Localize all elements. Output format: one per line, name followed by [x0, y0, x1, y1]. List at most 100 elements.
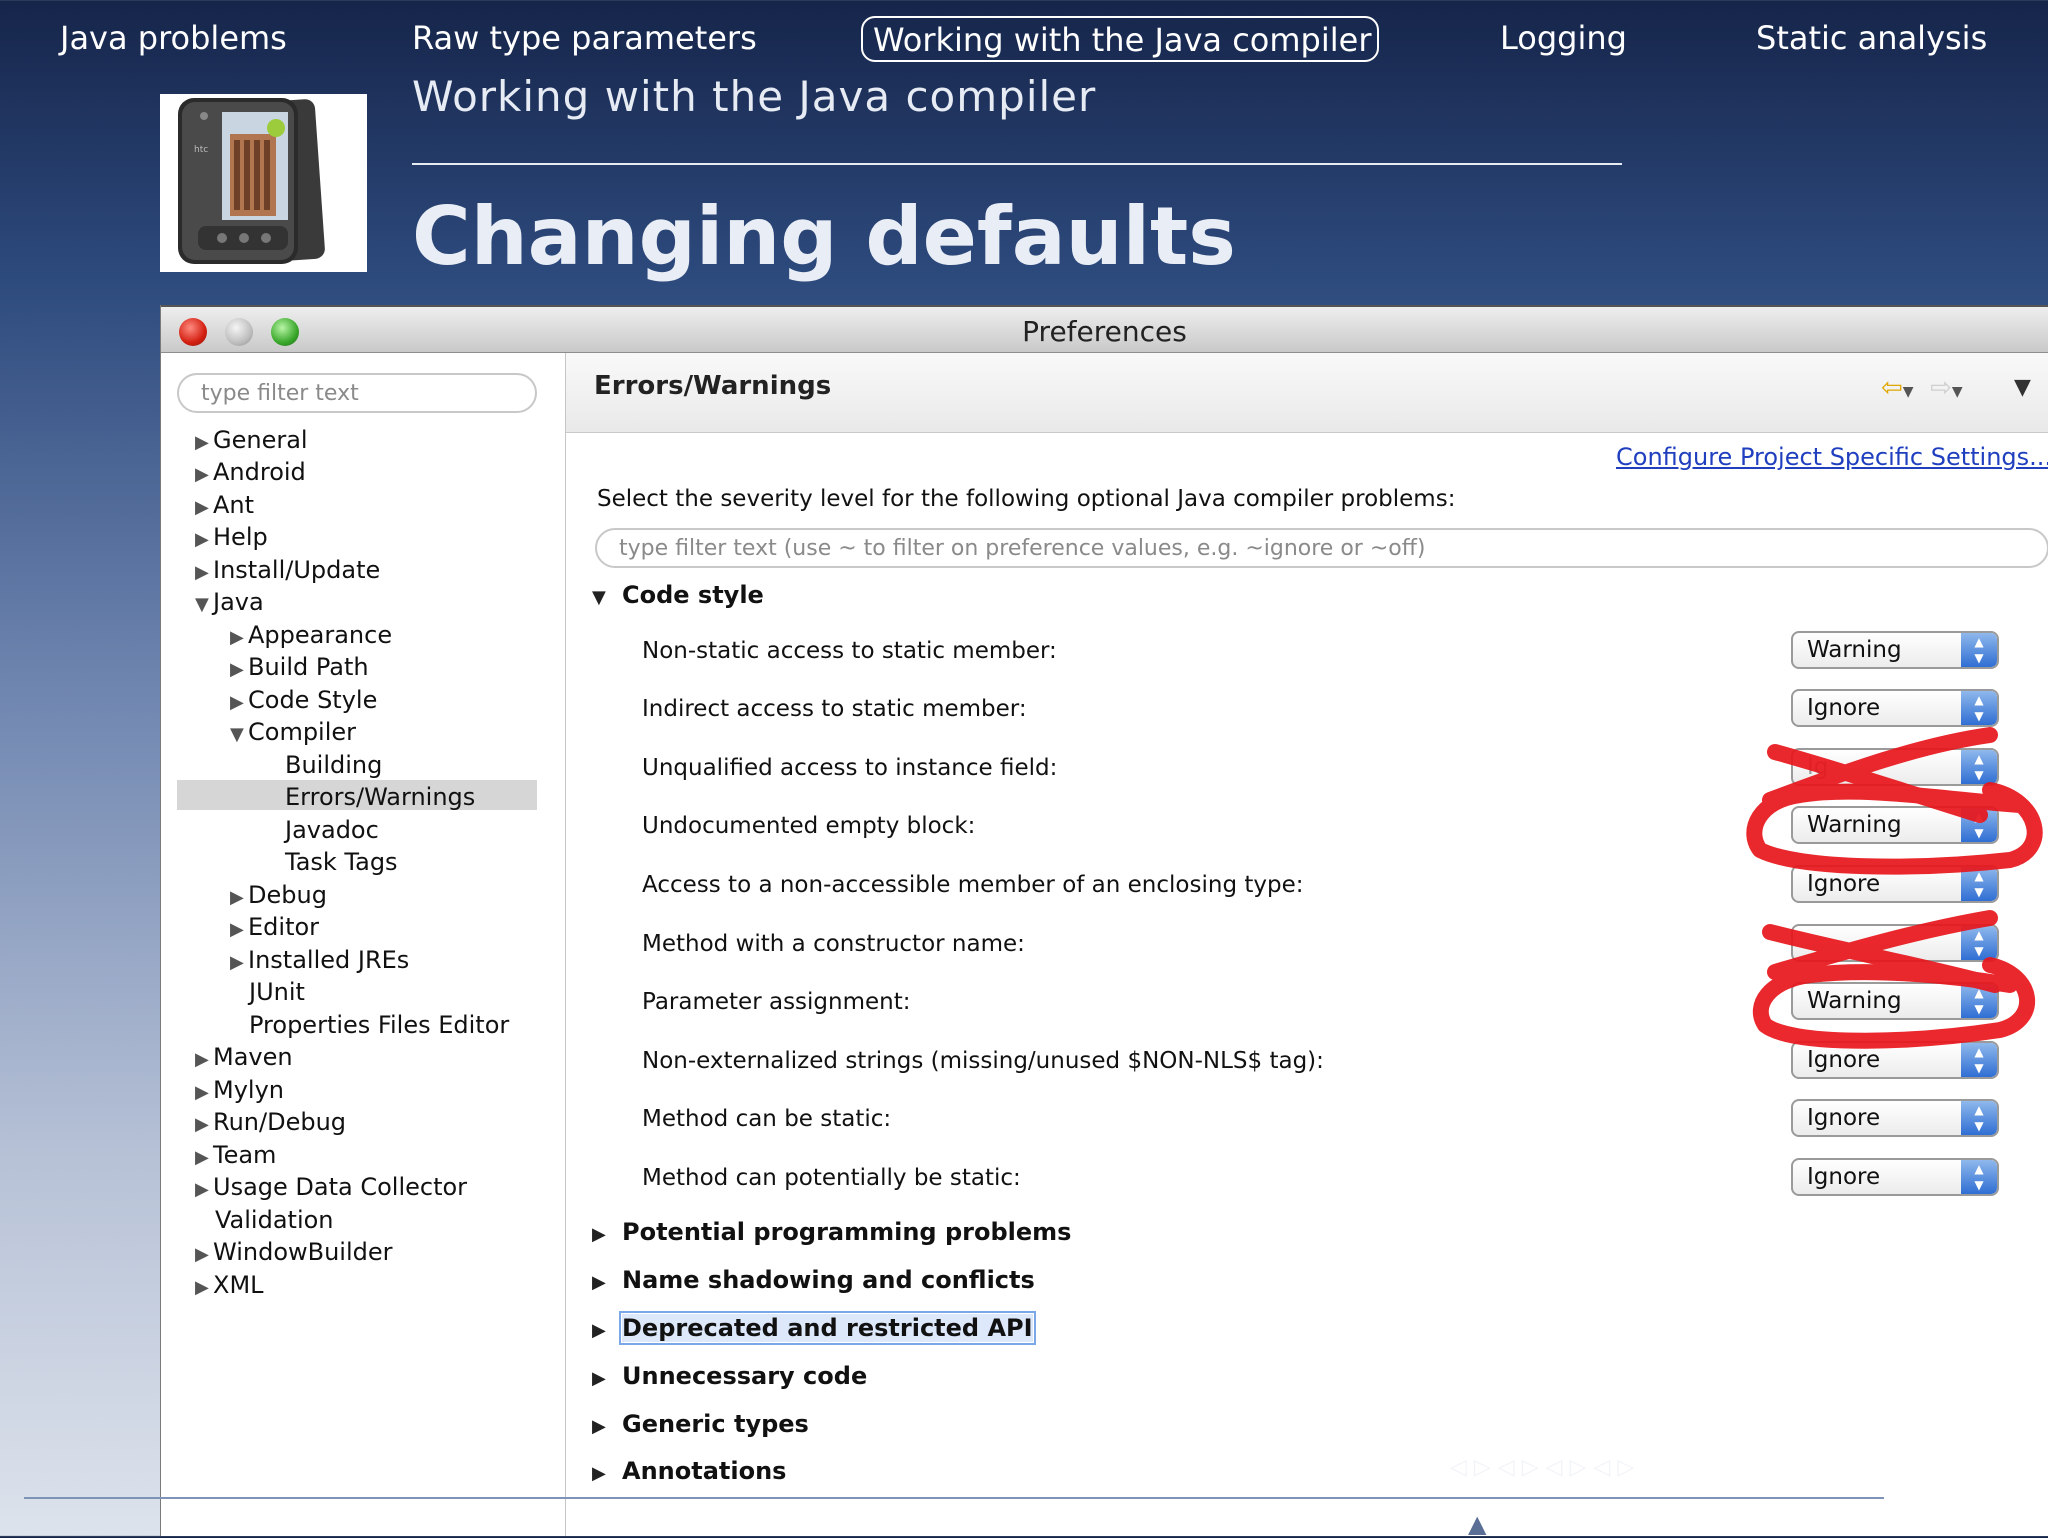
nav-static-analysis[interactable]: Static analysis: [1756, 16, 1987, 62]
severity-select[interactable]: Ignore ▲ ▼: [1791, 1099, 1999, 1137]
tree-item-maven[interactable]: ▶ Maven: [195, 1042, 293, 1072]
forward-arrow-icon[interactable]: ⇨: [1930, 373, 1952, 403]
tree-item-debug[interactable]: ▶ Debug: [230, 880, 327, 910]
expand-arrow-icon[interactable]: ▶: [195, 1078, 213, 1108]
tree-item-validation[interactable]: Validation: [215, 1205, 334, 1235]
tree-item-team[interactable]: ▶ Team: [195, 1140, 276, 1170]
tree-item-install-update[interactable]: ▶ Install/Update: [195, 555, 380, 585]
collapse-arrow-icon[interactable]: ▼: [592, 581, 622, 615]
section-potential-programming-problems[interactable]: ▶ Potential programming problems: [592, 1215, 1071, 1249]
tree-item-usage-data-collector[interactable]: ▶ Usage Data Collector: [195, 1172, 467, 1202]
severity-select[interactable]: ▲ ▼: [1791, 924, 1999, 962]
tree-item-task-tags[interactable]: Task Tags: [285, 847, 398, 877]
nav-logging[interactable]: Logging: [1500, 16, 1627, 62]
expand-arrow-icon[interactable]: ▶: [230, 688, 248, 718]
tree-filter-input[interactable]: type filter text: [177, 373, 537, 413]
severity-select[interactable]: Ignore ▲ ▼: [1791, 1041, 1999, 1079]
back-menu-icon[interactable]: ▼: [1903, 384, 1914, 400]
nav-java-problems[interactable]: Java problems: [60, 16, 287, 62]
tree-item-mylyn[interactable]: ▶ Mylyn: [195, 1075, 284, 1105]
expand-arrow-icon[interactable]: ▶: [230, 915, 248, 945]
expand-arrow-icon[interactable]: ▶: [195, 1045, 213, 1075]
tree-item-appearance[interactable]: ▶ Appearance: [230, 620, 392, 650]
expand-arrow-icon[interactable]: ▶: [195, 1110, 213, 1140]
expand-arrow-icon[interactable]: ▶: [230, 623, 248, 653]
tree-item-build-path[interactable]: ▶ Build Path: [230, 652, 369, 682]
preferences-window: Preferences type filter text ▶ General ▶ A…: [160, 305, 2048, 1536]
expand-arrow-icon[interactable]: ▶: [195, 558, 213, 588]
expand-arrow-icon[interactable]: ▶: [592, 1457, 622, 1491]
expand-arrow-icon[interactable]: ▶: [592, 1314, 622, 1348]
view-menu-icon[interactable]: ▼: [2014, 375, 2031, 400]
severity-select[interactable]: Warning ▲ ▼: [1791, 806, 1999, 844]
option-label: Non-static access to static member:: [642, 638, 1057, 664]
nav-raw-type-parameters[interactable]: Raw type parameters: [412, 16, 757, 62]
section-generic-types[interactable]: ▶ Generic types: [592, 1407, 809, 1441]
slide-title: Changing defaults: [412, 190, 1236, 283]
phone-logo-image: htc: [160, 94, 367, 272]
tree-item-xml[interactable]: ▶ XML: [195, 1270, 264, 1300]
back-arrow-icon[interactable]: ⇦: [1881, 373, 1903, 403]
tree-item-run-debug[interactable]: ▶ Run/Debug: [195, 1107, 346, 1137]
expand-arrow-icon[interactable]: ▶: [195, 1143, 213, 1173]
tree-item-installed-jres[interactable]: ▶ Installed JREs: [230, 945, 409, 975]
expand-arrow-icon[interactable]: ▶: [230, 948, 248, 978]
slide-navigation: Java problems Raw type parameters Workin…: [0, 0, 2048, 80]
tree-item-code-style[interactable]: ▶ Code Style: [230, 685, 377, 715]
section-code-style[interactable]: ▼ Code style: [592, 578, 764, 612]
tree-item-javadoc[interactable]: Javadoc: [285, 815, 379, 845]
expand-arrow-icon[interactable]: ▶: [195, 428, 213, 458]
severity-select[interactable]: Ignore ▲ ▼: [1791, 689, 1999, 727]
expand-arrow-icon[interactable]: ▶: [195, 525, 213, 555]
expand-arrow-icon[interactable]: ▶: [592, 1410, 622, 1444]
expand-arrow-icon[interactable]: ▶: [195, 493, 213, 523]
problems-filter-input[interactable]: type filter text (use ~ to filter on pre…: [595, 528, 2048, 568]
forward-menu-icon[interactable]: ▼: [1952, 384, 1963, 400]
tree-item-editor[interactable]: ▶ Editor: [230, 912, 319, 942]
tree-item-java[interactable]: ▼ Java: [195, 587, 264, 617]
section-deprecated-restricted-api[interactable]: ▶ Deprecated and restricted API: [592, 1311, 1036, 1348]
expand-arrow-icon[interactable]: ▶: [230, 883, 248, 913]
window-titlebar: Preferences: [161, 305, 2048, 353]
collapse-arrow-icon[interactable]: ▼: [195, 590, 213, 620]
tree-item-errors-warnings[interactable]: Errors/Warnings: [285, 782, 475, 812]
severity-select[interactable]: Ignore ▲ ▼: [1791, 1158, 1999, 1196]
expand-arrow-icon[interactable]: ▶: [195, 1273, 213, 1303]
option-row: Parameter assignment: Warning ▲ ▼: [566, 982, 2048, 1026]
expand-arrow-icon[interactable]: ▶: [195, 1240, 213, 1270]
section-annotations[interactable]: ▶ Annotations: [592, 1454, 786, 1488]
tree-item-general[interactable]: ▶ General: [195, 425, 308, 455]
option-row: Method with a constructor name: ▲ ▼: [566, 924, 2048, 968]
tree-item-compiler[interactable]: ▼ Compiler: [230, 717, 356, 747]
select-stepper-icon: ▲ ▼: [1961, 750, 1997, 784]
svg-text:htc: htc: [194, 145, 208, 155]
select-stepper-icon: ▲ ▼: [1961, 808, 1997, 842]
severity-select[interactable]: Ignore ▲ ▼: [1791, 865, 1999, 903]
nav-working-with-compiler[interactable]: Working with the Java compiler: [861, 16, 1379, 62]
slide-subtitle: Working with the Java compiler: [412, 72, 1097, 121]
pane-header: Errors/Warnings ⇦▼ ⇨▼ ▼: [566, 353, 2048, 433]
tree-item-building[interactable]: Building: [285, 750, 382, 780]
configure-project-settings-link[interactable]: Configure Project Specific Settings...: [1616, 443, 2048, 471]
history-navigation: ⇦▼ ⇨▼: [1881, 373, 1963, 403]
tree-item-help[interactable]: ▶ Help: [195, 522, 268, 552]
expand-arrow-icon[interactable]: ▶: [592, 1218, 622, 1252]
section-unnecessary-code[interactable]: ▶ Unnecessary code: [592, 1359, 867, 1393]
tree-item-windowbuilder[interactable]: ▶ WindowBuilder: [195, 1237, 393, 1267]
expand-arrow-icon[interactable]: ▶: [230, 655, 248, 685]
expand-arrow-icon[interactable]: ▶: [195, 1175, 213, 1205]
expand-arrow-icon[interactable]: ▶: [195, 460, 213, 490]
section-name-shadowing[interactable]: ▶ Name shadowing and conflicts: [592, 1263, 1035, 1297]
expand-arrow-icon[interactable]: ▶: [592, 1266, 622, 1300]
collapse-arrow-icon[interactable]: ▼: [230, 720, 248, 750]
severity-select[interactable]: Warning ▲ ▼: [1791, 982, 1999, 1020]
tree-item-junit[interactable]: JUnit: [249, 977, 305, 1007]
select-stepper-icon: ▲ ▼: [1961, 1101, 1997, 1135]
severity-select[interactable]: Ig ▲ ▼: [1791, 748, 1999, 786]
expand-arrow-icon[interactable]: ▶: [592, 1362, 622, 1396]
severity-select[interactable]: Warning ▲ ▼: [1791, 631, 1999, 669]
tree-item-android[interactable]: ▶ Android: [195, 457, 306, 487]
option-label: Method can potentially be static:: [642, 1165, 1021, 1191]
tree-item-ant[interactable]: ▶ Ant: [195, 490, 254, 520]
tree-item-properties-files-editor[interactable]: Properties Files Editor: [249, 1010, 509, 1040]
